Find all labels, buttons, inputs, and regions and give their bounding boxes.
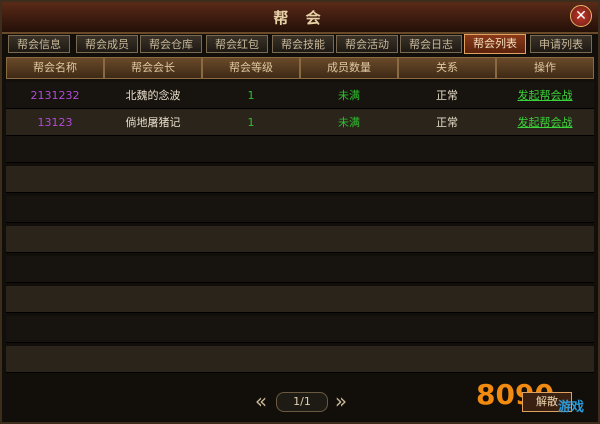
column-header-guild-level: 帮会等级	[202, 57, 300, 79]
member-count: 未满	[338, 89, 360, 102]
tab-application-list[interactable]: 申请列表	[530, 35, 592, 53]
table-header: 帮会名称 帮会会长 帮会等级 成员数量 关系 操作	[6, 57, 594, 79]
guild-level: 1	[247, 89, 255, 102]
declare-guild-war-link[interactable]: 发起帮会战	[496, 109, 594, 136]
guild-window: 帮 会 ✕ 帮会信息 帮会成员 帮会仓库 帮会红包 帮会技能 帮会活动 帮会日志…	[0, 0, 600, 424]
table-row[interactable]: 13123 倘地屠猪记 1 未满 正常 发起帮会战	[6, 109, 594, 136]
double-right-arrow-icon[interactable]: »	[332, 390, 350, 412]
tab-guild-activities[interactable]: 帮会活动	[336, 35, 398, 53]
column-header-action: 操作	[496, 57, 594, 79]
tab-guild-info[interactable]: 帮会信息	[8, 35, 70, 53]
tab-guild-redpacket[interactable]: 帮会红包	[206, 35, 268, 53]
tab-guild-skills[interactable]: 帮会技能	[272, 35, 334, 53]
relation: 正常	[436, 116, 458, 129]
column-header-member-count: 成员数量	[300, 57, 398, 79]
tab-guild-members[interactable]: 帮会成员	[76, 35, 138, 53]
site-watermark: 8090 解散 游戏	[474, 376, 592, 420]
guild-leader: 倘地屠猪记	[125, 116, 181, 129]
close-icon[interactable]: ✕	[570, 5, 592, 27]
empty-row	[6, 196, 594, 223]
empty-row	[6, 166, 594, 193]
double-left-arrow-icon[interactable]: «	[252, 390, 270, 412]
page-indicator: 1/1	[276, 392, 328, 412]
guild-name: 13123	[37, 116, 73, 129]
window-title: 帮 会	[273, 9, 327, 27]
guild-leader: 北魏的念波	[125, 89, 181, 102]
empty-row	[6, 346, 594, 373]
guild-name: 2131232	[30, 89, 80, 102]
pagination: « 1/1 »	[252, 390, 352, 414]
tab-guild-log[interactable]: 帮会日志	[400, 35, 462, 53]
empty-row	[6, 226, 594, 253]
member-count: 未满	[338, 116, 360, 129]
tab-guild-warehouse[interactable]: 帮会仓库	[140, 35, 202, 53]
empty-row	[6, 136, 594, 163]
guild-level: 1	[247, 116, 255, 129]
empty-row	[6, 256, 594, 283]
empty-row	[6, 286, 594, 313]
empty-row	[6, 316, 594, 343]
column-header-guild-name: 帮会名称	[6, 57, 104, 79]
watermark-word: 游戏	[558, 400, 585, 415]
declare-guild-war-link[interactable]: 发起帮会战	[496, 82, 594, 109]
column-header-relation: 关系	[398, 57, 496, 79]
tab-guild-list[interactable]: 帮会列表	[464, 34, 526, 54]
table-row[interactable]: 2131232 北魏的念波 1 未满 正常 发起帮会战	[6, 82, 594, 109]
column-header-guild-leader: 帮会会长	[104, 57, 202, 79]
title-bar: 帮 会 ✕	[2, 2, 598, 34]
relation: 正常	[436, 89, 458, 102]
